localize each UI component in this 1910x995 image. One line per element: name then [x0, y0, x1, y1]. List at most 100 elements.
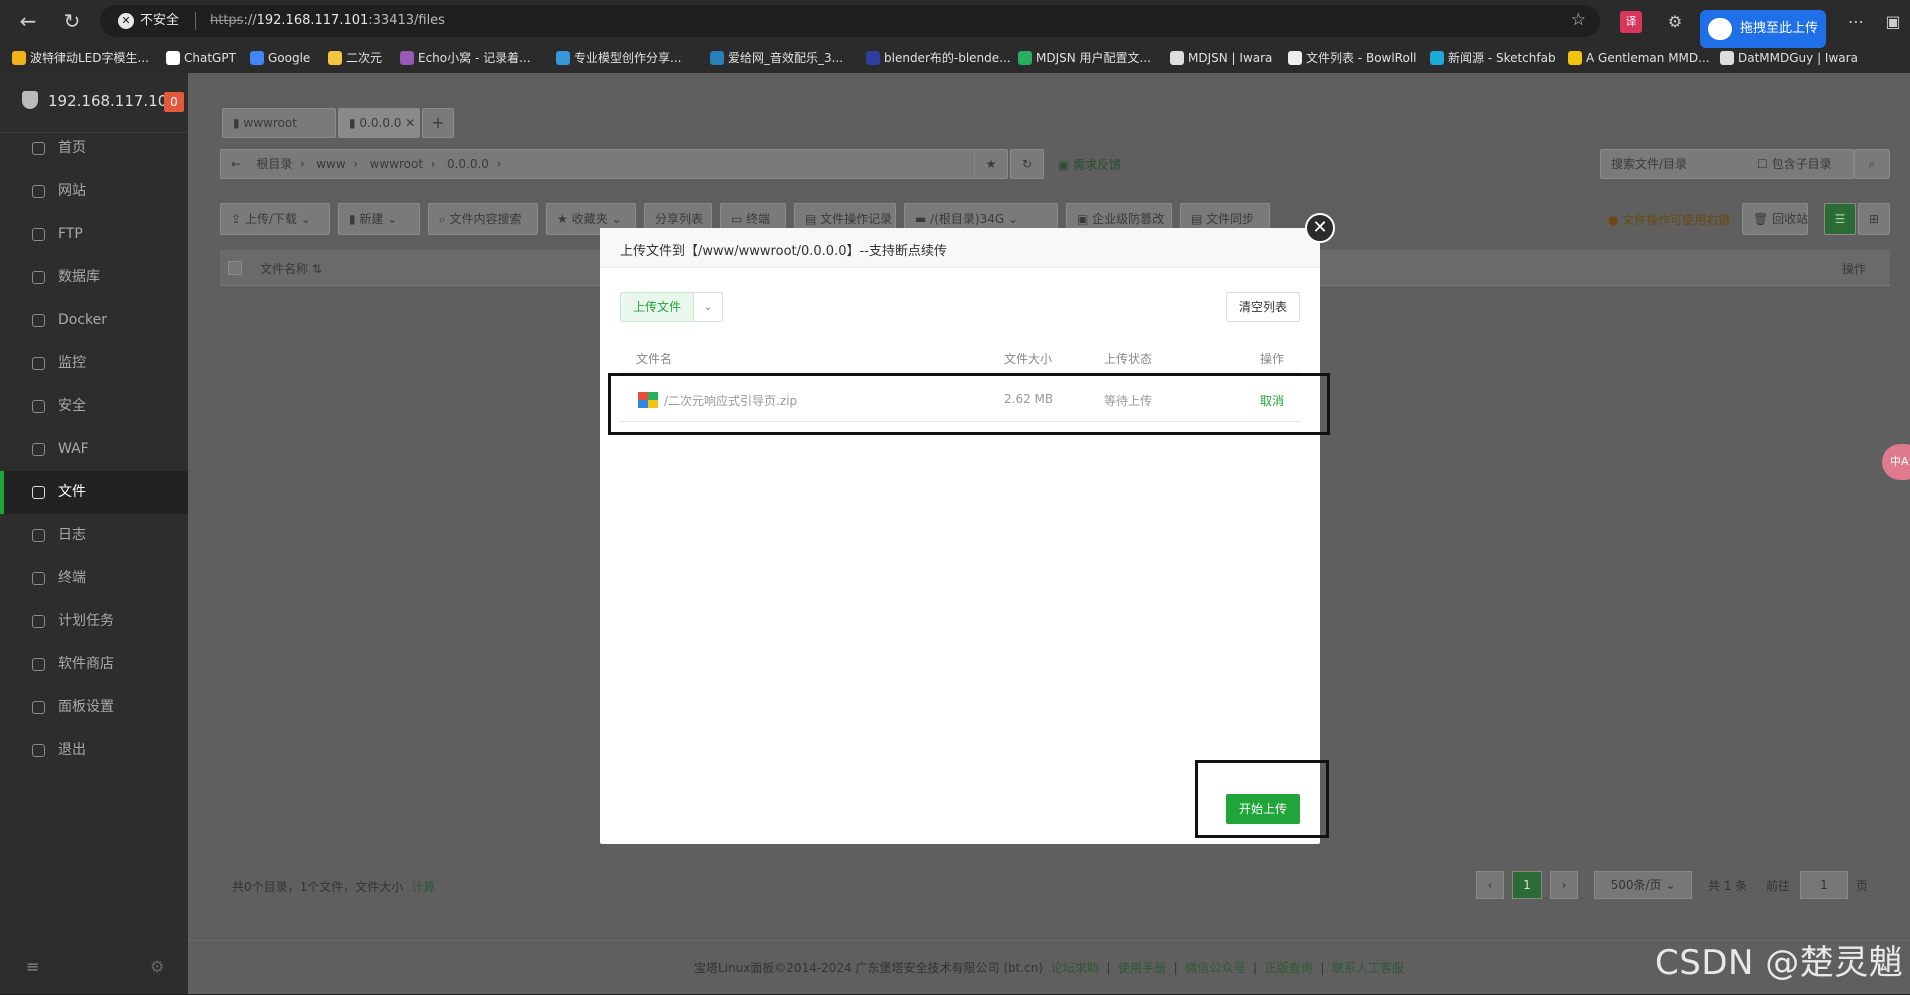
prev-page-button[interactable]: ‹: [1476, 871, 1504, 899]
bookmark-item[interactable]: 专业模型创作分享...: [556, 48, 681, 68]
chevron-down-icon[interactable]: ⌄: [693, 292, 723, 322]
sidebar-item-label: 网站: [58, 183, 86, 199]
bookmark-item[interactable]: Echo小窝 - 记录着...: [400, 48, 531, 68]
bookmark-label: ChatGPT: [184, 51, 236, 65]
sidebar-item-7[interactable]: WAF: [0, 428, 188, 471]
sidebar-item-13[interactable]: 面板设置: [0, 686, 188, 729]
sidebar-item-1[interactable]: 网站: [0, 170, 188, 213]
clear-list-button[interactable]: 清空列表: [1226, 292, 1300, 322]
toolbar-label: /(根目录)34G: [930, 212, 1005, 226]
sidebar-item-12[interactable]: 软件商店: [0, 643, 188, 686]
feedback-link[interactable]: ▣ 需求反馈: [1058, 156, 1121, 173]
sidebar-toggle-icon[interactable]: ▣: [1882, 11, 1904, 33]
more-icon[interactable]: ⋯: [1845, 11, 1867, 33]
sidebar-item-10[interactable]: 终端: [0, 557, 188, 600]
favorite-star-icon[interactable]: ★: [974, 149, 1008, 179]
baidu-upload-extension[interactable]: 拖拽至此上传: [1700, 10, 1826, 48]
new-button[interactable]: ▮ 新建 ⌄: [338, 203, 420, 235]
grid-view-icon[interactable]: ⊞: [1858, 203, 1890, 235]
bookmark-label: Google: [268, 51, 311, 65]
close-dialog-icon[interactable]: ✕: [1305, 213, 1335, 243]
select-all-checkbox[interactable]: [228, 261, 242, 275]
notification-badge[interactable]: 0: [164, 92, 184, 112]
right-tip-label: 文件操作可使用右键: [1622, 213, 1731, 227]
translate-ext-icon[interactable]: 译: [1620, 11, 1642, 33]
settings-gear-icon[interactable]: ⚙: [150, 957, 164, 976]
menu-icon: [32, 142, 45, 155]
sidebar-item-label: 计划任务: [58, 613, 114, 629]
toolbar-label: 文件内容搜索: [449, 212, 522, 226]
bookmark-star-icon[interactable]: ☆: [1571, 10, 1586, 30]
sidebar-item-label: WAF: [58, 441, 89, 457]
recycle-bin-button[interactable]: 🗑 回收站: [1742, 203, 1808, 235]
bookmark-item[interactable]: 文件列表 - BowlRoll: [1288, 48, 1417, 68]
bookmark-item[interactable]: 二次元: [328, 48, 382, 68]
toolbar-label: 分享列表: [655, 212, 704, 226]
site-footer: 宝塔Linux面板©2014-2024 广东堡塔安全技术有限公司 (bt.cn)…: [188, 940, 1910, 994]
sidebar-item-3[interactable]: 数据库: [0, 256, 188, 299]
menu-icon: [32, 744, 45, 757]
bookmark-favicon-icon: [710, 51, 724, 65]
tab-label: wwwroot: [243, 116, 297, 130]
menu-icon: [32, 185, 45, 198]
bookmark-item[interactable]: 爱给网_音效配乐_3...: [710, 48, 843, 68]
crumb-root[interactable]: 根目录: [256, 157, 292, 171]
crumb-wwwroot[interactable]: wwwroot: [370, 157, 424, 171]
extensions-icon[interactable]: ⚙: [1664, 11, 1686, 33]
bookmark-item[interactable]: MDJSN | Iwara: [1170, 48, 1272, 68]
add-tab-button[interactable]: +: [422, 108, 454, 138]
menu-icon: [32, 486, 45, 499]
reload-icon[interactable]: ↻: [58, 7, 86, 35]
search-icon[interactable]: ⌕: [1854, 149, 1890, 179]
sidebar-item-8[interactable]: 文件: [0, 471, 188, 514]
calc-size-link[interactable]: 计算: [411, 880, 435, 894]
sidebar-item-label: 监控: [58, 355, 86, 371]
content-search-button[interactable]: ⌕ 文件内容搜索: [428, 203, 538, 235]
bookmark-item[interactable]: MDJSN 用户配置文...: [1018, 48, 1151, 68]
bookmark-favicon-icon: [12, 51, 26, 65]
sidebar-item-14[interactable]: 退出: [0, 729, 188, 772]
crumb-0000[interactable]: 0.0.0.0: [447, 157, 489, 171]
sidebar-item-4[interactable]: Docker: [0, 299, 188, 342]
file-search-input[interactable]: 搜索文件/目录 ☐ 包含子目录: [1600, 149, 1854, 179]
sidebar-item-label: 面板设置: [58, 699, 114, 715]
bookmark-item[interactable]: Google: [250, 48, 310, 68]
bookmark-item[interactable]: ChatGPT: [166, 48, 236, 68]
bookmark-item[interactable]: A Gentleman MMD...: [1568, 48, 1710, 68]
upload-file-button[interactable]: 上传文件: [620, 292, 694, 322]
bookmark-item[interactable]: 波特律动LED字模生...: [12, 48, 149, 68]
sidebar-item-0[interactable]: 首页: [0, 127, 188, 170]
back-arrow-icon[interactable]: ←: [231, 157, 241, 171]
sidebar-item-6[interactable]: 安全: [0, 385, 188, 428]
address-bar[interactable]: ✕ 不安全 https://192.168.117.101:33413/files…: [100, 5, 1600, 37]
server-ip: 192.168.117.101: [48, 92, 177, 110]
floating-translate-icon[interactable]: 中A: [1882, 444, 1910, 480]
wechat-link[interactable]: 微信公众号: [1185, 961, 1245, 975]
bookmark-item[interactable]: DatMMDGuy | Iwara: [1720, 48, 1858, 68]
security-indicator[interactable]: ✕ 不安全: [118, 12, 179, 30]
tab-wwwroot[interactable]: ▮ wwwroot: [222, 108, 336, 138]
include-subdir-checkbox[interactable]: ☐ 包含子目录: [1757, 150, 1832, 178]
crumb-www[interactable]: www: [316, 157, 345, 171]
refresh-icon[interactable]: ↻: [1010, 149, 1044, 179]
bookmark-item[interactable]: blender布的-blende...: [866, 48, 1011, 68]
collapse-menu-icon[interactable]: ≡: [26, 957, 39, 976]
upload-download-button[interactable]: ⇪ 上传/下载 ⌄: [220, 203, 330, 235]
list-view-icon[interactable]: ☰: [1824, 203, 1856, 235]
forum-link[interactable]: 论坛求助: [1051, 961, 1099, 975]
sidebar-item-2[interactable]: FTP: [0, 213, 188, 256]
manual-link[interactable]: 使用手册: [1118, 961, 1166, 975]
sidebar-item-9[interactable]: 日志: [0, 514, 188, 557]
back-icon[interactable]: ←: [14, 7, 42, 35]
license-link[interactable]: 正版查询: [1265, 961, 1313, 975]
tab-0000[interactable]: ▮ 0.0.0.0 ✕: [338, 108, 420, 138]
sidebar-item-5[interactable]: 监控: [0, 342, 188, 385]
page-size-select[interactable]: 500条/页 ⌄: [1594, 871, 1692, 899]
sidebar-item-11[interactable]: 计划任务: [0, 600, 188, 643]
bookmark-item[interactable]: 新闻源 - Sketchfab: [1430, 48, 1556, 68]
next-page-button[interactable]: ›: [1550, 871, 1578, 899]
col-filename[interactable]: 文件名称 ⇅: [260, 260, 322, 277]
goto-page-input[interactable]: 1: [1800, 871, 1848, 899]
support-link[interactable]: 联系人工客服: [1332, 961, 1404, 975]
page-1-button[interactable]: 1: [1512, 871, 1542, 899]
